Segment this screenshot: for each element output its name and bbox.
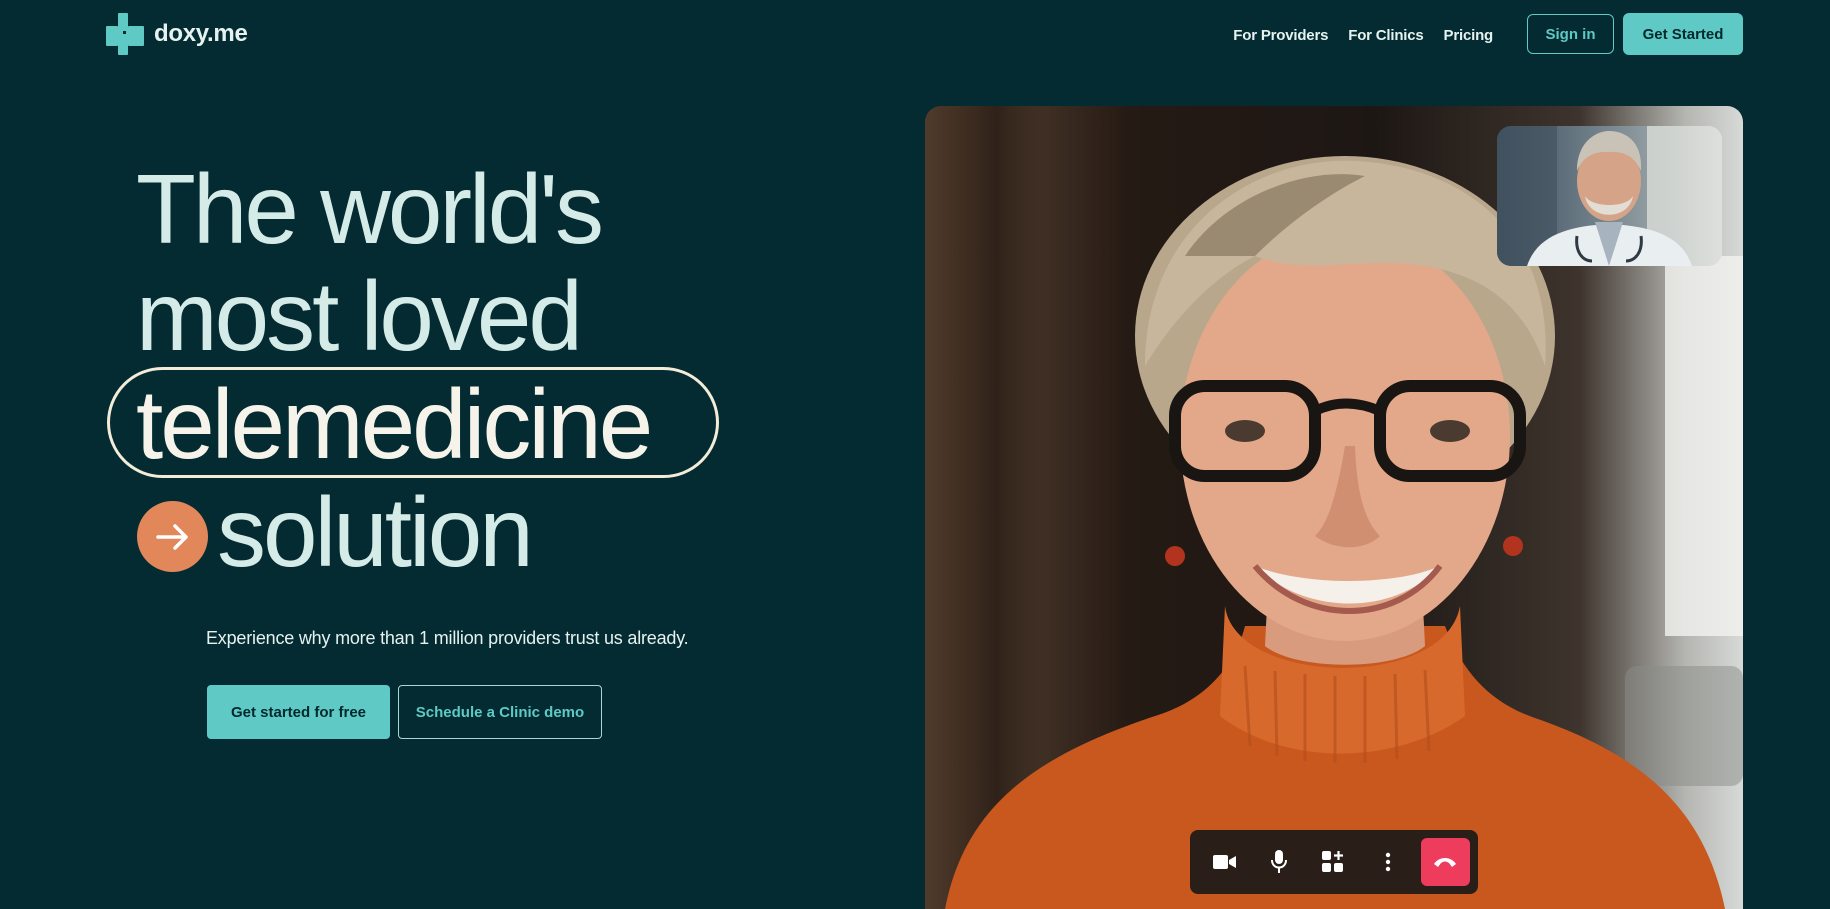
provider-video-thumbnail[interactable] [1497,126,1722,266]
video-camera-icon[interactable] [1198,838,1252,886]
hero-headline-line-2: most loved [136,261,583,371]
call-controls-bar [1190,830,1478,894]
video-call-preview [925,106,1743,909]
doctor-image [1497,126,1722,266]
hero-headline-line-3: telemedicine [136,369,653,479]
nav-link-for-providers[interactable]: For Providers [1233,27,1328,44]
end-call-icon[interactable] [1420,838,1471,886]
get-started-free-button[interactable]: Get started for free [207,685,390,739]
hero-headline-line-4: solution [217,477,534,587]
schedule-demo-button[interactable]: Schedule a Clinic demo [398,685,602,739]
arrow-right-glyph [155,523,188,550]
apps-add-icon[interactable] [1306,838,1360,886]
get-started-button[interactable]: Get Started [1623,13,1743,55]
arrow-right-icon [137,501,208,572]
nav-link-pricing[interactable]: Pricing [1444,27,1494,44]
doxy-logo-icon [106,13,144,55]
site-header: doxy.me For Providers For Clinics Pricin… [0,0,1830,70]
brand-name: doxy.me [154,20,248,47]
hero-headline-line-1: The world's [136,154,604,264]
more-vertical-icon[interactable] [1361,838,1415,886]
brand-logo[interactable]: doxy.me [106,13,248,55]
microphone-icon[interactable] [1252,838,1306,886]
sign-in-button[interactable]: Sign in [1527,14,1614,54]
hero-subtext: Experience why more than 1 million provi… [206,628,689,648]
nav-link-for-clinics[interactable]: For Clinics [1348,27,1424,44]
main-nav: For Providers For Clinics Pricing [1233,0,1493,70]
